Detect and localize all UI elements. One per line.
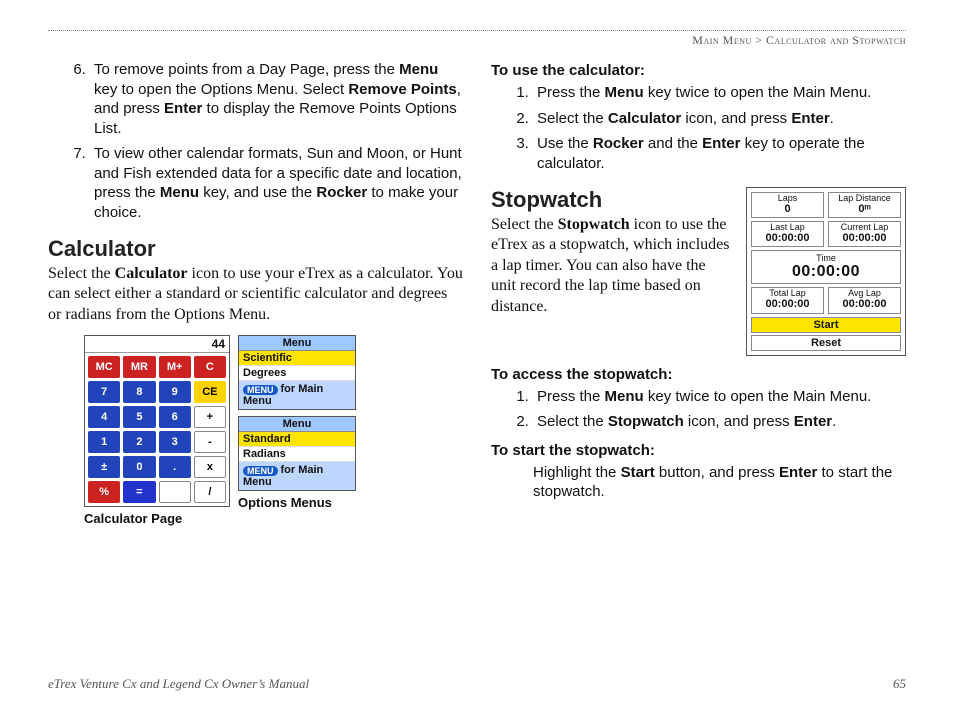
calc-key: = [123, 481, 155, 503]
list-item: Use the Rocker and the Enter key to oper… [533, 134, 906, 173]
calc-key: CE [194, 381, 226, 403]
calc-key: 5 [123, 406, 155, 428]
use-calculator-steps: Press the Menu key twice to open the Mai… [491, 83, 906, 173]
calc-key [159, 481, 191, 503]
page-number: 65 [893, 676, 906, 692]
calc-key: 6 [159, 406, 191, 428]
options-menu-1: Menu Scientific Degrees MENUfor Main Men… [238, 335, 356, 410]
calc-key: x [194, 456, 226, 478]
calc-key: MR [123, 356, 155, 378]
start-stopwatch-heading: To start the stopwatch: [491, 442, 906, 459]
calc-key: 0 [123, 456, 155, 478]
right-column: To use the calculator: Press the Menu ke… [491, 60, 906, 526]
calc-key: - [194, 431, 226, 453]
calc-key: MC [88, 356, 120, 378]
footer-title: eTrex Venture Cx and Legend Cx Owner’s M… [48, 676, 309, 692]
breadcrumb: Main Menu > Calculator and Stopwatch [48, 33, 906, 48]
calc-key: % [88, 481, 120, 503]
calculator-page-graphic: 44 MCMRM+C 789CE 456+123- ±0.x%= / [84, 335, 230, 507]
stopwatch-start-button: Start [751, 317, 901, 333]
calc-key: . [159, 456, 191, 478]
calculator-display: 44 [85, 336, 229, 353]
list-item: Press the Menu key twice to open the Mai… [533, 387, 906, 407]
calc-key: / [194, 481, 226, 503]
calc-key: 7 [88, 381, 120, 403]
stopwatch-reset-button: Reset [751, 335, 901, 351]
list-item: To remove points from a Day Page, press … [90, 60, 463, 138]
access-stopwatch-heading: To access the stopwatch: [491, 366, 906, 383]
list-item: To view other calendar formats, Sun and … [90, 144, 463, 222]
stopwatch-graphic: Laps0 Lap Distance0ᵐ Last Lap00:00:00 Cu… [746, 187, 906, 356]
start-stopwatch-text: Highlight the Start button, and press En… [491, 463, 906, 502]
calculator-heading: Calculator [48, 236, 463, 262]
calc-key: M+ [159, 356, 191, 378]
calc-key: 2 [123, 431, 155, 453]
access-stopwatch-steps: Press the Menu key twice to open the Mai… [491, 387, 906, 432]
calc-key: 4 [88, 406, 120, 428]
list-item: Press the Menu key twice to open the Mai… [533, 83, 906, 103]
options-menus-caption: Options Menus [238, 495, 356, 510]
calc-key: 1 [88, 431, 120, 453]
options-menu-2: Menu Standard Radians MENUfor Main Menu [238, 416, 356, 491]
calc-key: ± [88, 456, 120, 478]
numbered-list: To remove points from a Day Page, press … [48, 60, 463, 222]
calc-key: C [194, 356, 226, 378]
calc-key: 8 [123, 381, 155, 403]
use-calculator-heading: To use the calculator: [491, 62, 906, 79]
list-item: Select the Stopwatch icon, and press Ent… [533, 412, 906, 432]
calculator-caption: Calculator Page [84, 511, 230, 526]
list-item: Select the Calculator icon, and press En… [533, 109, 906, 129]
calc-key: 9 [159, 381, 191, 403]
calc-key: + [194, 406, 226, 428]
left-column: To remove points from a Day Page, press … [48, 60, 463, 526]
calc-key: 3 [159, 431, 191, 453]
calculator-paragraph: Select the Calculator icon to use your e… [48, 264, 463, 325]
